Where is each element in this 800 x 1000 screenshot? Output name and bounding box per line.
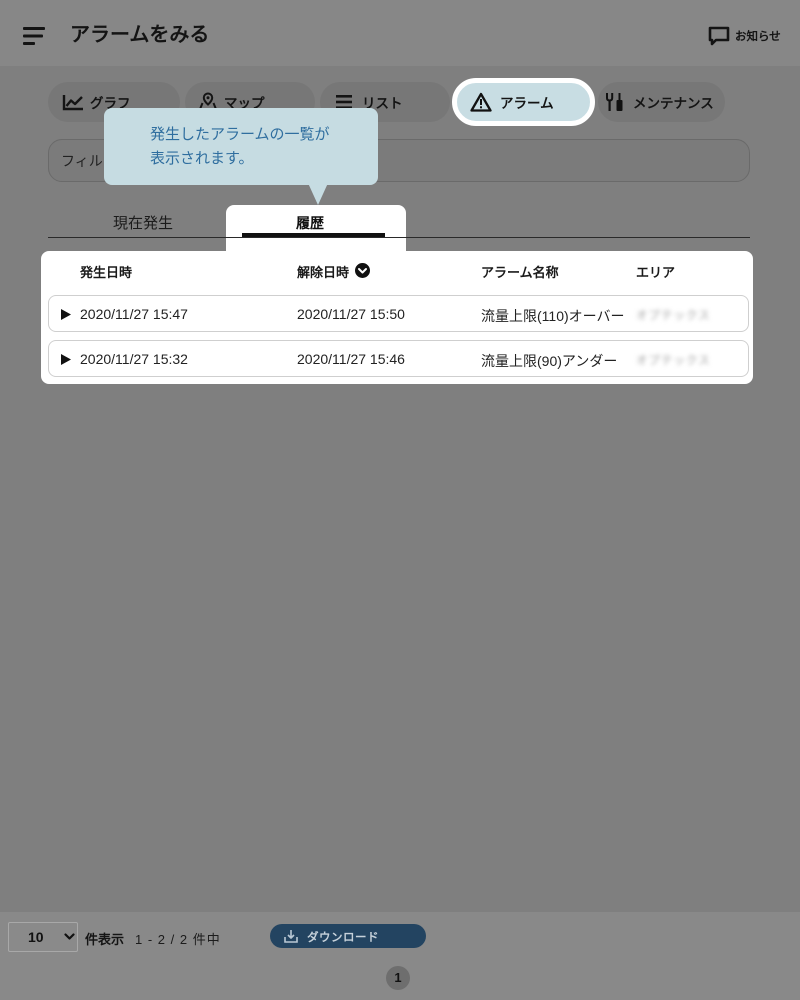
download-tray-icon bbox=[284, 930, 298, 943]
tooltip-line-2: 表示されます。 bbox=[150, 150, 254, 167]
column-header-occurred[interactable]: 発生日時 bbox=[80, 262, 132, 281]
page-size-value: 10 bbox=[28, 929, 44, 945]
page-size-suffix: 件表示 bbox=[85, 932, 125, 947]
tab-alarm[interactable]: アラーム bbox=[452, 78, 595, 126]
alarm-name-cell: 流量上限(90)アンダー bbox=[481, 353, 618, 369]
alarm-name-cell: 流量上限(110)オーバー bbox=[481, 308, 625, 324]
pagination-page-1[interactable]: 1 bbox=[386, 966, 410, 990]
subtab-active-indicator bbox=[242, 233, 385, 237]
occurred-at-cell: 2020/11/27 15:47 bbox=[80, 306, 188, 322]
notice-label: お知らせ bbox=[735, 31, 781, 43]
alarm-history-table: 発生日時 解除日時 アラーム名称 エリア 2020/11/27 15:47 20… bbox=[41, 251, 753, 384]
subtab-divider bbox=[48, 237, 750, 238]
warning-icon bbox=[470, 92, 492, 112]
page-size-select[interactable]: 10 bbox=[8, 922, 78, 952]
column-header-area[interactable]: エリア bbox=[636, 262, 675, 281]
area-cell: オプテックス bbox=[636, 355, 711, 367]
subtab-current[interactable]: 現在発生 bbox=[113, 212, 173, 233]
area-cell: オプテックス bbox=[636, 310, 711, 322]
tab-maintenance-label: メンテナンス bbox=[633, 96, 714, 111]
hamburger-menu-icon[interactable] bbox=[22, 26, 48, 46]
download-button[interactable]: ダウンロード bbox=[270, 924, 426, 948]
result-range: 1 - 2 / 2 件中 bbox=[135, 932, 221, 947]
line-chart-icon bbox=[62, 94, 83, 110]
chevron-down-icon bbox=[64, 933, 75, 940]
guide-tooltip: 発生したアラームの一覧が 表示されます。 bbox=[104, 108, 378, 185]
tooltip-pointer bbox=[308, 183, 328, 205]
occurred-at-cell: 2020/11/27 15:32 bbox=[80, 351, 188, 367]
tooltip-line-1: 発生したアラームの一覧が bbox=[150, 126, 330, 143]
tab-alarm-label: アラーム bbox=[500, 96, 554, 111]
cleared-at-cell: 2020/11/27 15:50 bbox=[297, 306, 405, 322]
table-row[interactable]: 2020/11/27 15:32 2020/11/27 15:46 流量上限(9… bbox=[48, 340, 749, 377]
play-triangle-icon[interactable] bbox=[61, 354, 71, 365]
list-icon bbox=[336, 95, 352, 109]
cleared-at-cell: 2020/11/27 15:46 bbox=[297, 351, 405, 367]
table-row[interactable]: 2020/11/27 15:47 2020/11/27 15:50 流量上限(1… bbox=[48, 295, 749, 332]
tools-icon bbox=[606, 93, 623, 111]
column-header-alarm-name[interactable]: アラーム名称 bbox=[481, 262, 559, 281]
chevron-down-circle-icon[interactable] bbox=[355, 263, 370, 278]
download-label: ダウンロード bbox=[307, 932, 379, 944]
column-header-cleared[interactable]: 解除日時 bbox=[297, 262, 349, 281]
chat-bubble-icon bbox=[708, 26, 730, 46]
tab-maintenance[interactable]: メンテナンス bbox=[598, 82, 725, 122]
subtab-history-label: 履歴 bbox=[296, 215, 324, 231]
play-triangle-icon[interactable] bbox=[61, 309, 71, 320]
notice-button[interactable]: お知らせ bbox=[708, 24, 781, 48]
page-title: アラームをみる bbox=[70, 24, 210, 46]
